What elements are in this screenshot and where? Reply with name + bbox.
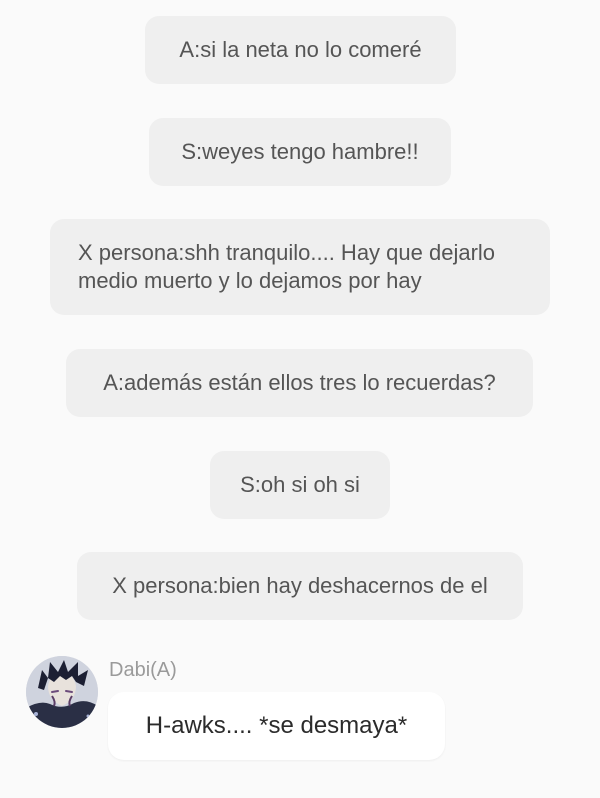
narration-bubble: A:si la neta no lo comeré: [145, 16, 456, 84]
narration-bubble: S:weyes tengo hambre!!: [149, 118, 451, 186]
character-avatar-icon: [26, 656, 98, 728]
narration-text: S:weyes tengo hambre!!: [181, 139, 419, 164]
narration-bubble: S:oh si oh si: [210, 451, 390, 519]
message-bubble[interactable]: H-awks.... *se desmaya*: [108, 692, 445, 760]
chat-screen: A:si la neta no lo comeré S:weyes tengo …: [0, 0, 600, 798]
narration-text: X persona:shh tranquilo.... Hay que deja…: [78, 240, 496, 293]
narration-text: X persona:bien hay deshacernos de el: [112, 573, 488, 598]
narration-text: A:si la neta no lo comeré: [179, 37, 422, 62]
message-text: H-awks.... *se desmaya*: [145, 712, 408, 739]
narration-text: S:oh si oh si: [240, 472, 360, 497]
narration-bubble: X persona:bien hay deshacernos de el: [77, 552, 523, 620]
sender-avatar[interactable]: [26, 656, 98, 728]
narration-text: A:además están ellos tres lo recuerdas?: [103, 370, 496, 395]
narration-bubble: X persona:shh tranquilo.... Hay que deja…: [50, 219, 550, 315]
sender-name: Dabi(A): [109, 659, 177, 681]
narration-bubble: A:además están ellos tres lo recuerdas?: [66, 349, 533, 417]
